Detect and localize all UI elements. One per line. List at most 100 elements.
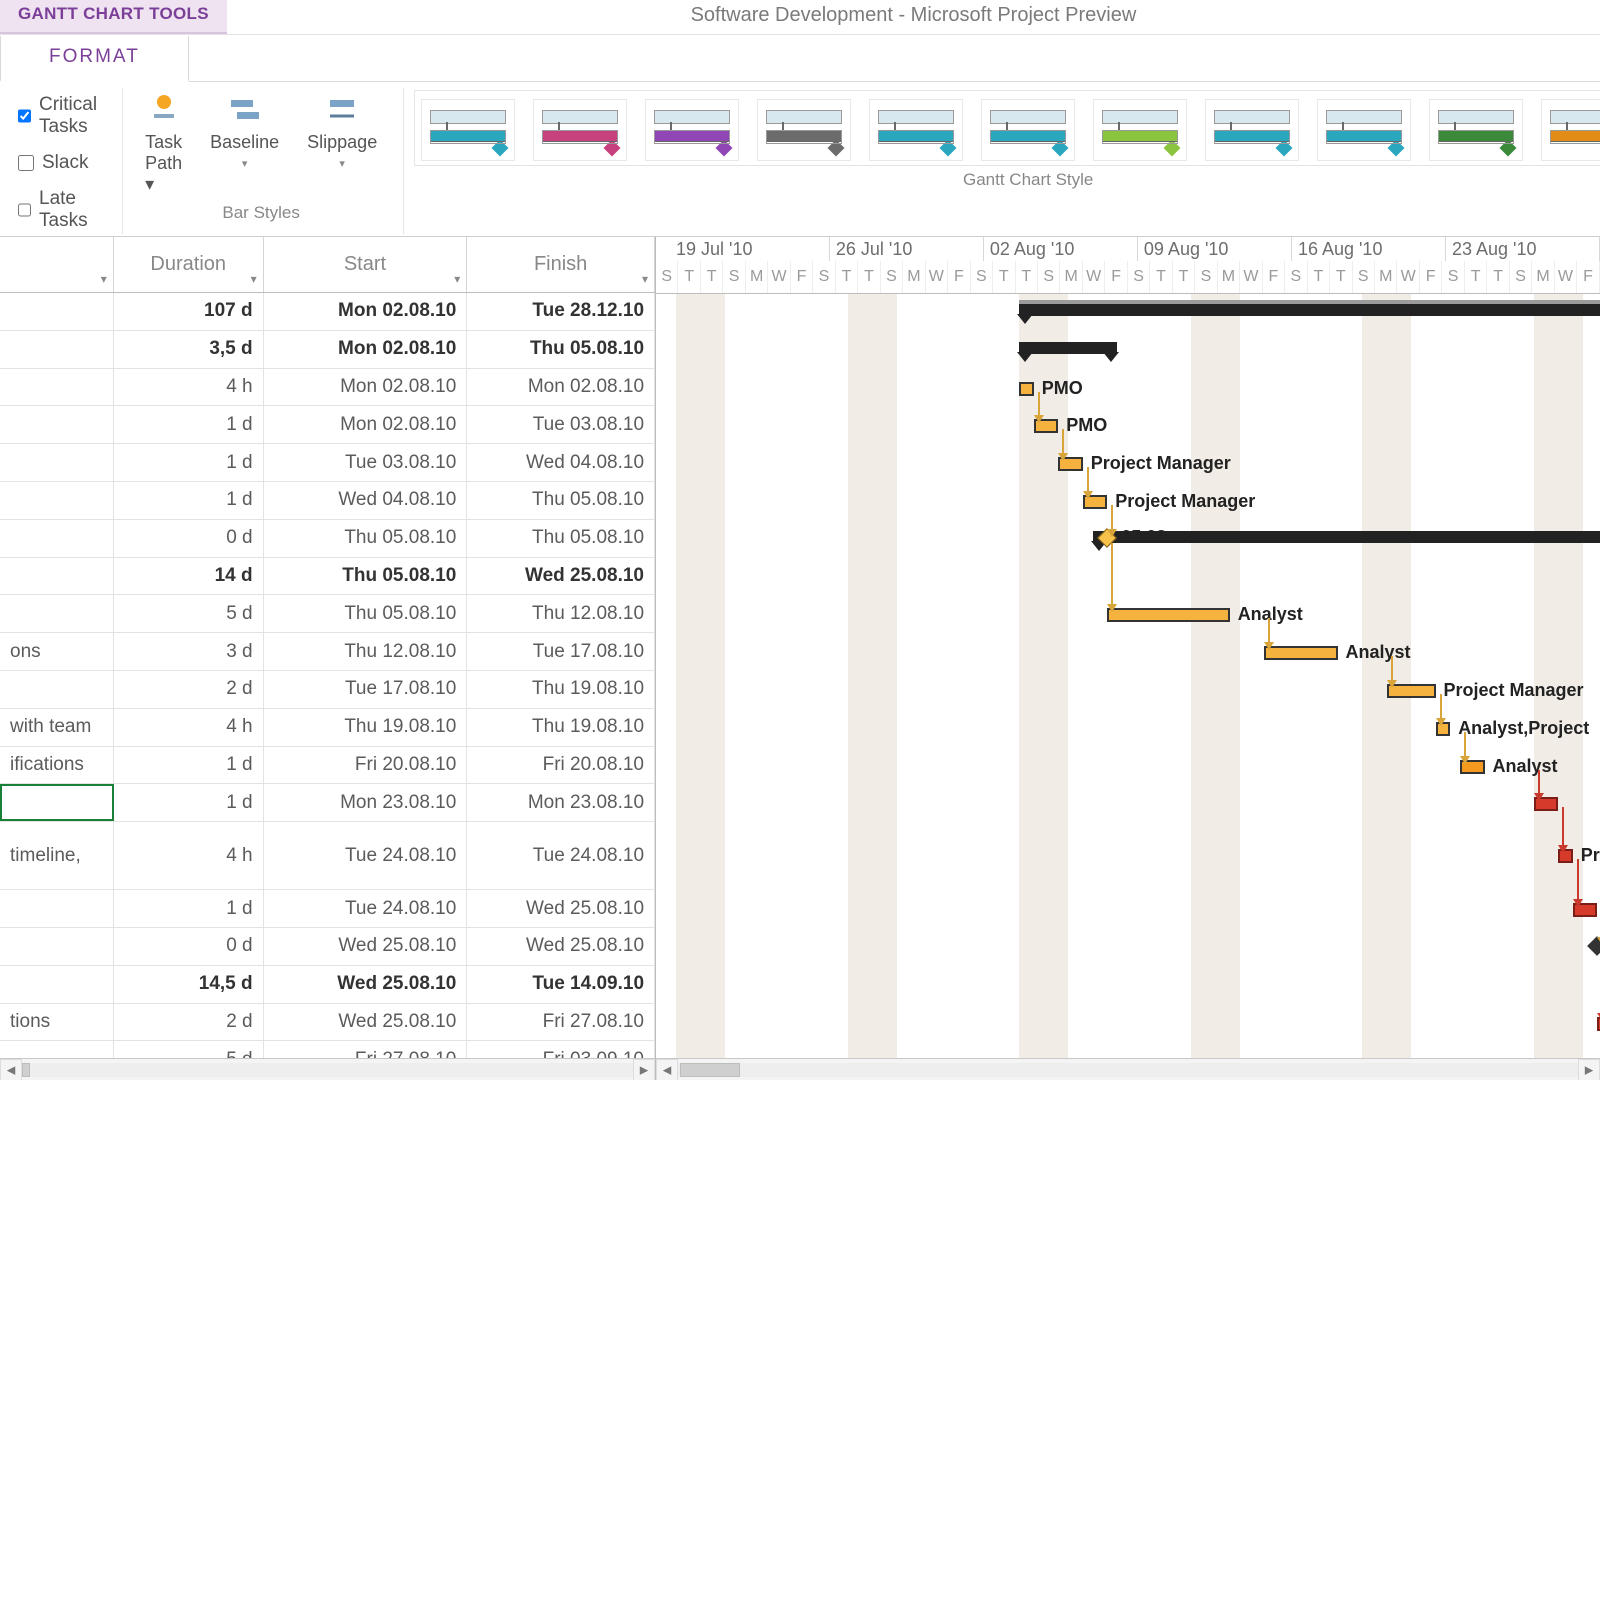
summary-bar[interactable] [1019, 342, 1117, 354]
table-row[interactable]: 1 dWed 04.08.10Thu 05.08.10 [0, 482, 655, 520]
cell-duration: 5 d [114, 595, 264, 632]
cell-duration: 5 d [114, 1041, 264, 1058]
gantt-tools-tab[interactable]: GANTT CHART TOOLS [0, 0, 227, 34]
cell-finish: Fri 03.09.10 [467, 1041, 655, 1058]
bar-label: 05.08 [1121, 527, 1166, 548]
week-label: 16 Aug '10 [1292, 237, 1446, 261]
gantt-hscroll[interactable]: ◂ ▸ [656, 1058, 1600, 1080]
scroll-right-icon[interactable]: ▸ [1578, 1059, 1600, 1081]
scroll-right-icon[interactable]: ▸ [633, 1059, 655, 1081]
table-row[interactable]: 4 hMon 02.08.10Mon 02.08.10 [0, 369, 655, 407]
cell-finish: Wed 25.08.10 [467, 890, 655, 927]
cell-finish: Tue 24.08.10 [467, 822, 655, 889]
cell-start: Wed 25.08.10 [264, 1004, 468, 1041]
table-row[interactable]: ons3 dThu 12.08.10Tue 17.08.10 [0, 633, 655, 671]
col-finish-header[interactable]: Finish▾ [467, 237, 655, 292]
cell-start: Mon 02.08.10 [264, 369, 468, 406]
check-slack[interactable]: Slack [18, 152, 100, 174]
check-late-tasks[interactable]: Late Tasks [18, 188, 100, 232]
table-row[interactable]: 1 dTue 24.08.10Wed 25.08.10 [0, 890, 655, 928]
gantt-style-swatch[interactable] [1429, 99, 1523, 161]
task-path-button[interactable]: TaskPath ▾ [133, 90, 194, 197]
table-row[interactable]: tions2 dWed 25.08.10Fri 27.08.10 [0, 1004, 655, 1042]
baseline-button[interactable]: Baseline ▾ [198, 90, 291, 197]
slippage-icon [324, 92, 360, 128]
day-label: W [1083, 261, 1105, 293]
table-row[interactable]: 0 dWed 25.08.10Wed 25.08.10 [0, 928, 655, 966]
cell-finish: Tue 28.12.10 [467, 293, 655, 330]
day-label: F [948, 261, 970, 293]
cell-finish: Tue 14.09.10 [467, 966, 655, 1003]
cell-name [0, 331, 114, 368]
scroll-left-icon[interactable]: ◂ [0, 1059, 22, 1081]
cell-duration: 4 h [114, 369, 264, 406]
table-row[interactable]: 5 dThu 05.08.10Thu 12.08.10 [0, 595, 655, 633]
cell-start: Tue 24.08.10 [264, 822, 468, 889]
table-row[interactable]: 107 dMon 02.08.10Tue 28.12.10 [0, 293, 655, 331]
table-row[interactable]: 14 dThu 05.08.10Wed 25.08.10 [0, 558, 655, 596]
day-label: S [1128, 261, 1150, 293]
gantt-style-swatch[interactable] [421, 99, 515, 161]
gantt-style-gallery[interactable] [414, 90, 1600, 166]
table-row[interactable]: 2 dTue 17.08.10Thu 19.08.10 [0, 671, 655, 709]
slippage-label: Slippage [307, 132, 377, 153]
gantt-style-swatch[interactable] [981, 99, 1075, 161]
baseline-icon [227, 92, 263, 128]
gantt-style-swatch[interactable] [1541, 99, 1600, 161]
table-row[interactable]: 1 dMon 23.08.10Mon 23.08.10 [0, 784, 655, 822]
table-row[interactable]: 14,5 dWed 25.08.10Tue 14.09.10 [0, 966, 655, 1004]
gantt-style-swatch[interactable] [645, 99, 739, 161]
gantt-style-swatch[interactable] [757, 99, 851, 161]
day-label: T [1465, 261, 1487, 293]
table-row[interactable]: 3,5 dMon 02.08.10Thu 05.08.10 [0, 331, 655, 369]
table-row[interactable]: timeline,4 hTue 24.08.10Tue 24.08.10 [0, 822, 655, 890]
cell-name [0, 558, 114, 595]
day-label: S [1285, 261, 1307, 293]
table-row[interactable]: 5 dFri 27.08.10Fri 03.09.10 [0, 1041, 655, 1058]
gantt-style-swatch[interactable] [869, 99, 963, 161]
cell-name [0, 595, 114, 632]
table-hscroll[interactable]: ◂ ▸ [0, 1058, 655, 1080]
col-name-header[interactable]: ▾ [0, 237, 114, 292]
chevron-down-icon: ▾ [101, 272, 107, 286]
bar-label: Analyst [1238, 604, 1303, 625]
table-row[interactable]: with team4 hThu 19.08.10Thu 19.08.10 [0, 709, 655, 747]
col-start-header[interactable]: Start▾ [264, 237, 468, 292]
day-label: S [1510, 261, 1532, 293]
table-row[interactable]: 1 dMon 02.08.10Tue 03.08.10 [0, 406, 655, 444]
cell-start: Mon 02.08.10 [264, 331, 468, 368]
task-bar[interactable] [1107, 608, 1230, 622]
check-slack-input[interactable] [18, 155, 34, 171]
cell-finish: Fri 27.08.10 [467, 1004, 655, 1041]
check-late-input[interactable] [18, 202, 31, 218]
col-start-label: Start [344, 253, 386, 276]
gantt-style-group-label: Gantt Chart Style [963, 166, 1093, 192]
day-label: W [768, 261, 790, 293]
day-label: T [701, 261, 723, 293]
gantt-style-swatch[interactable] [1093, 99, 1187, 161]
tab-format[interactable]: FORMAT [0, 36, 189, 82]
summary-bar[interactable] [1019, 304, 1600, 316]
summary-bar[interactable] [1093, 531, 1600, 543]
gantt-body[interactable]: PMOPMOProject ManagerProject Manager05.0… [656, 294, 1600, 1058]
check-critical-input[interactable] [18, 108, 31, 124]
scroll-left-icon[interactable]: ◂ [656, 1059, 678, 1081]
chevron-down-icon: ▾ [251, 272, 257, 286]
cell-start: Thu 05.08.10 [264, 520, 468, 557]
cell-duration: 14 d [114, 558, 264, 595]
check-critical-tasks[interactable]: Critical Tasks [18, 94, 100, 138]
table-row[interactable]: ifications1 dFri 20.08.10Fri 20.08.10 [0, 747, 655, 785]
cell-start: Fri 20.08.10 [264, 747, 468, 784]
col-duration-header[interactable]: Duration▾ [114, 237, 264, 292]
day-label: S [1038, 261, 1060, 293]
cell-duration: 4 h [114, 822, 264, 889]
table-row[interactable]: 1 dTue 03.08.10Wed 04.08.10 [0, 444, 655, 482]
table-row[interactable]: 0 dThu 05.08.10Thu 05.08.10 [0, 520, 655, 558]
slippage-button[interactable]: Slippage ▾ [295, 90, 389, 197]
task-bar[interactable] [1264, 646, 1338, 660]
task-bar[interactable] [1019, 382, 1034, 396]
bar-label: Analyst [1493, 756, 1558, 777]
gantt-style-swatch[interactable] [1317, 99, 1411, 161]
gantt-style-swatch[interactable] [533, 99, 627, 161]
gantt-style-swatch[interactable] [1205, 99, 1299, 161]
